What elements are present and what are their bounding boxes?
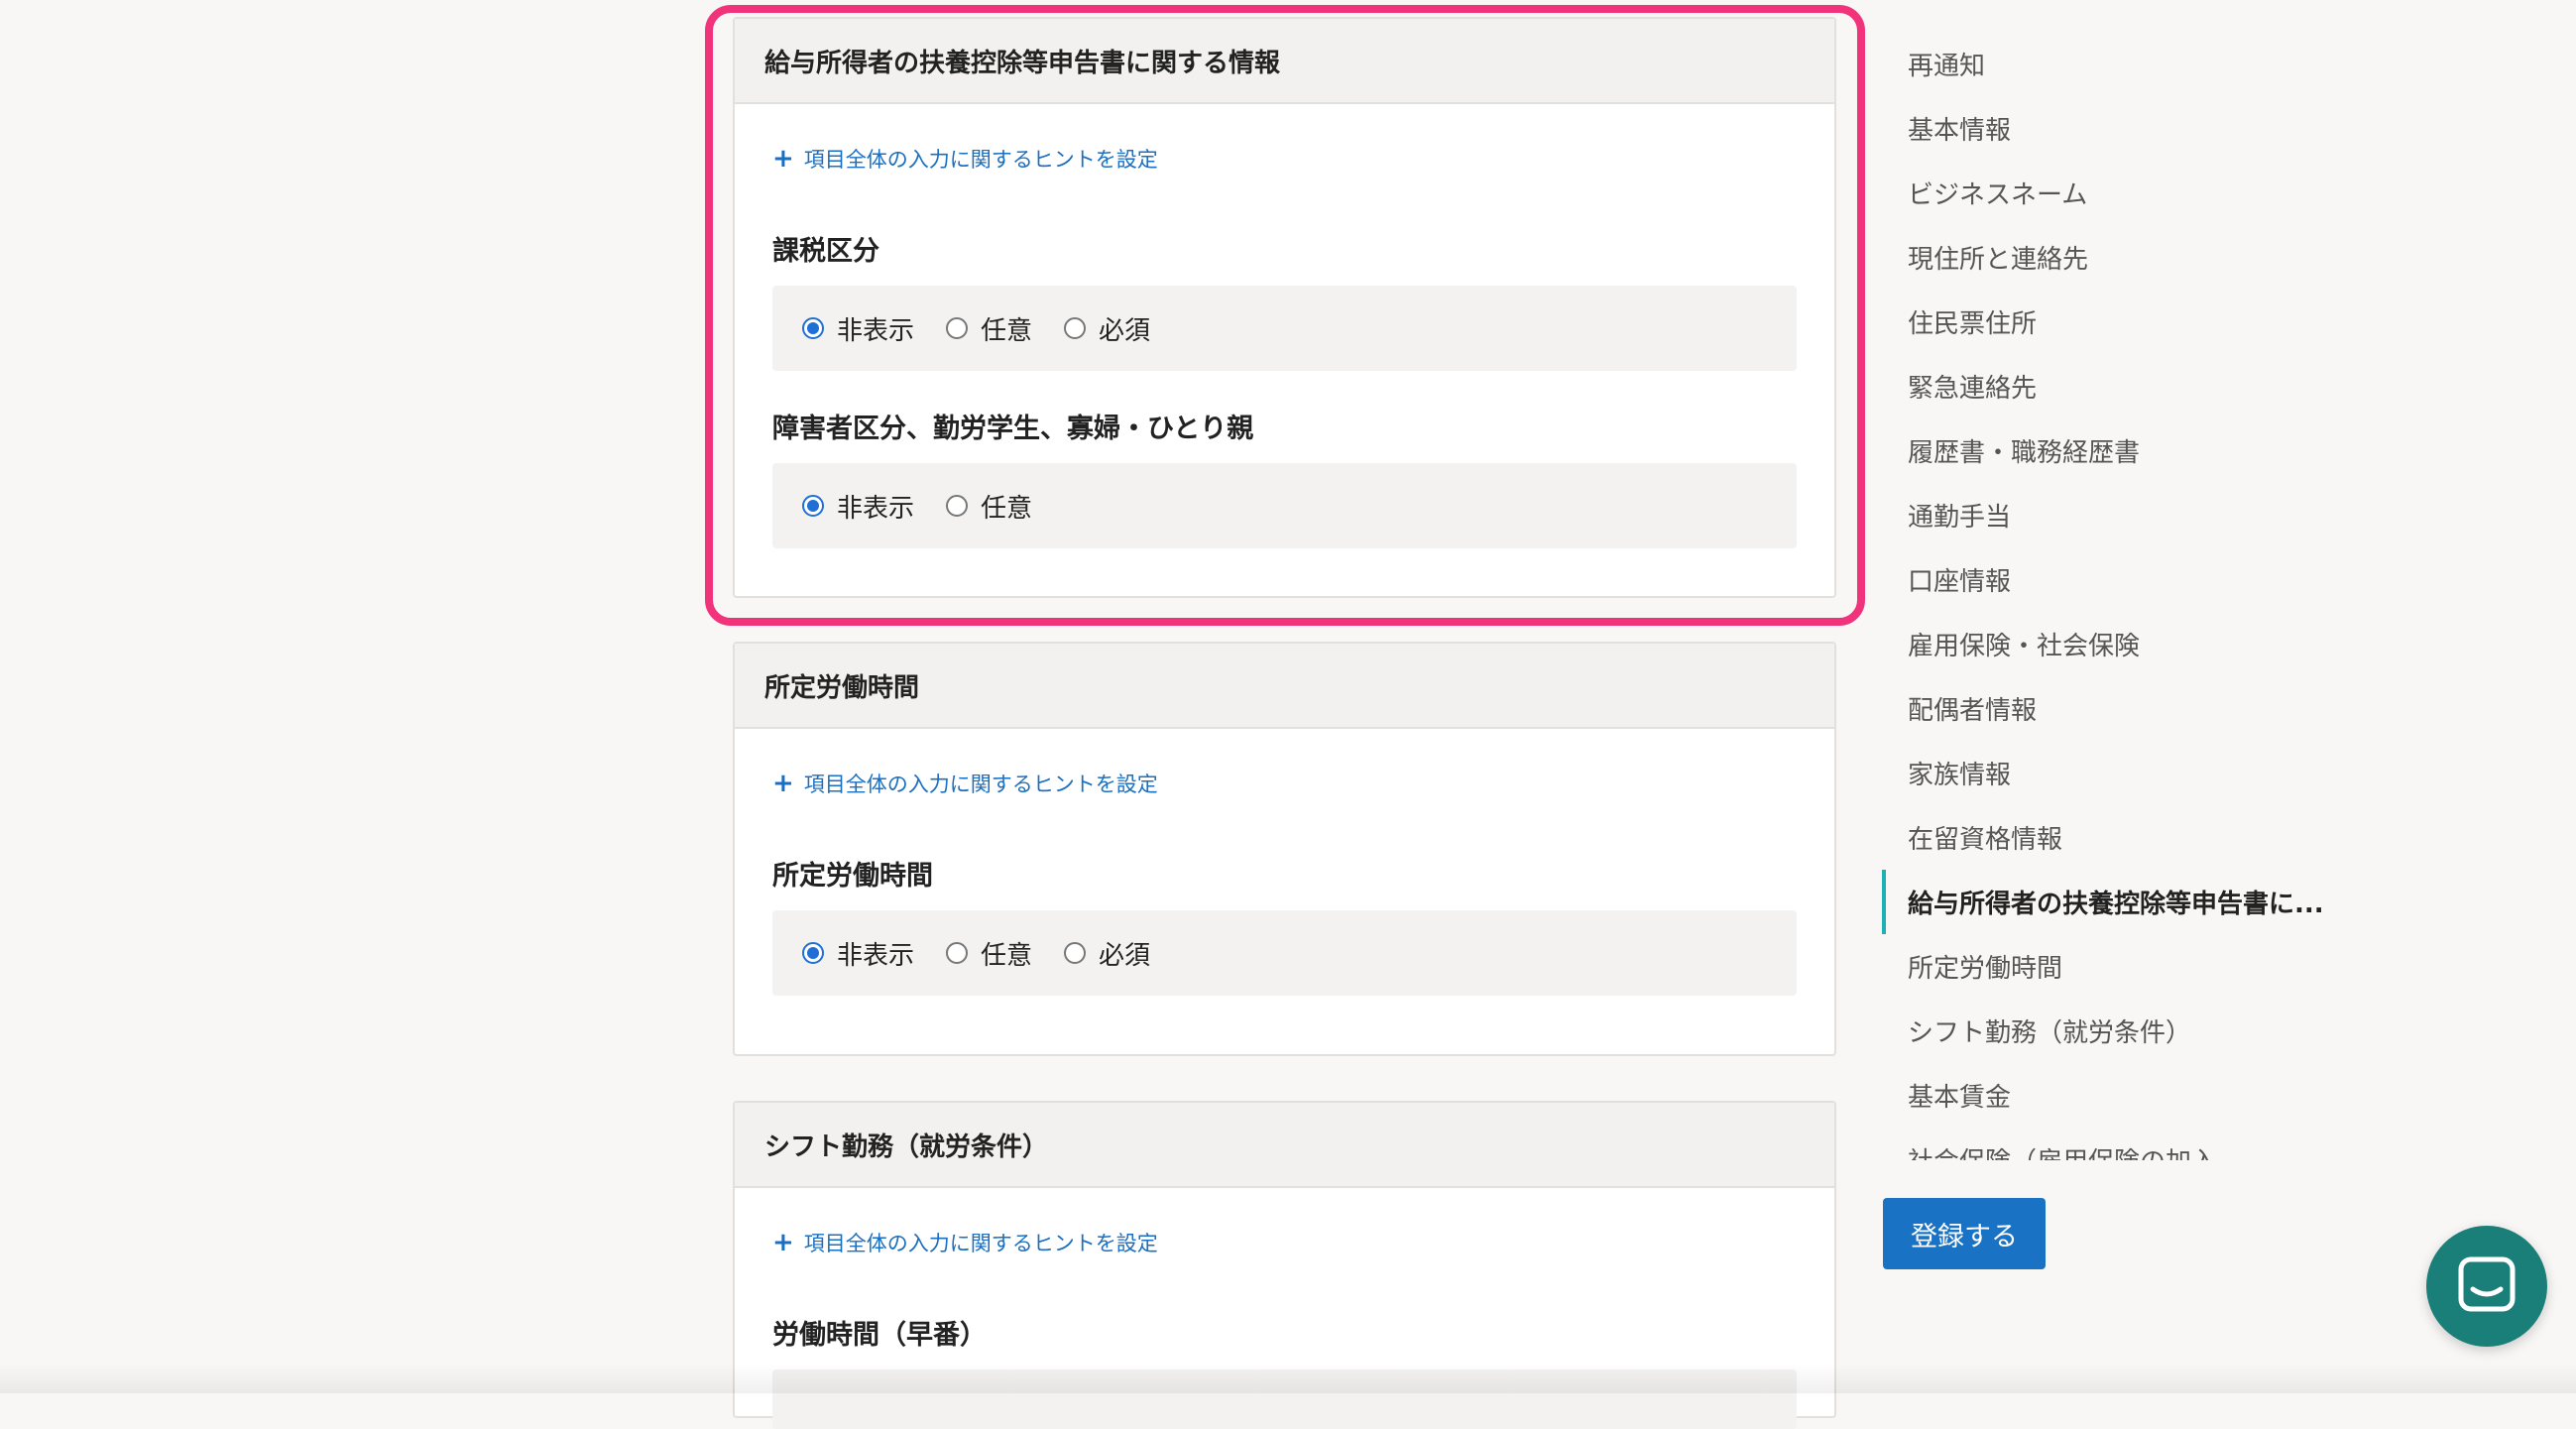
radio-label: 非表示 bbox=[837, 940, 915, 971]
radio-button[interactable] bbox=[1064, 317, 1087, 339]
nav-item-family[interactable]: 家族情報 bbox=[1882, 741, 2358, 805]
section-nav: 再通知 基本情報 ビジネスネーム 現住所と連絡先 住民票住所 緊急連絡先 履歴書… bbox=[1882, 32, 2358, 1160]
radio-group-shift-early bbox=[772, 1369, 1797, 1429]
radio-label: 非表示 bbox=[837, 493, 915, 524]
section-title: 所定労働時間 bbox=[735, 644, 1834, 729]
radio-button[interactable] bbox=[802, 495, 824, 517]
radio-label: 非表示 bbox=[837, 315, 915, 346]
radio-option-optional[interactable]: 任意 bbox=[946, 310, 1032, 347]
nav-item-address-contact[interactable]: 現住所と連絡先 bbox=[1882, 225, 2358, 290]
plus-icon: + bbox=[772, 144, 794, 174]
nav-item-bank-account[interactable]: 口座情報 bbox=[1882, 547, 2358, 612]
nav-item-commute-allowance[interactable]: 通勤手当 bbox=[1882, 483, 2358, 547]
field-label: 所定労働時間 bbox=[772, 861, 933, 892]
nav-item-residence-status[interactable]: 在留資格情報 bbox=[1882, 805, 2358, 870]
radio-button[interactable] bbox=[802, 942, 824, 964]
radio-button[interactable] bbox=[946, 942, 969, 964]
submit-button[interactable]: 登録する bbox=[1883, 1198, 2046, 1269]
radio-button[interactable] bbox=[946, 317, 969, 339]
radio-label: 必須 bbox=[1099, 315, 1151, 346]
nav-item-business-name[interactable]: ビジネスネーム bbox=[1882, 161, 2358, 225]
nav-item-working-hours[interactable]: 所定労働時間 bbox=[1882, 934, 2358, 999]
hint-link[interactable]: + 項目全体の入力に関するヒントを設定 bbox=[772, 769, 1158, 798]
nav-item-resume[interactable]: 履歴書・職務経歴書 bbox=[1882, 418, 2358, 483]
hint-link-label: 項目全体の入力に関するヒントを設定 bbox=[803, 148, 1158, 172]
radio-option-hidden[interactable]: 非表示 bbox=[802, 488, 914, 525]
chat-button[interactable] bbox=[2426, 1226, 2547, 1347]
plus-icon: + bbox=[772, 1228, 794, 1257]
radio-option-required[interactable]: 必須 bbox=[1064, 935, 1150, 972]
radio-label: 必須 bbox=[1099, 940, 1151, 971]
radio-option-optional[interactable]: 任意 bbox=[946, 488, 1032, 525]
field-label: 労働時間（早番） bbox=[772, 1320, 987, 1351]
radio-option-hidden[interactable]: 非表示 bbox=[802, 310, 914, 347]
radio-group-working-hours: 非表示 任意 必須 bbox=[772, 910, 1797, 996]
hint-link-label: 項目全体の入力に関するヒントを設定 bbox=[803, 773, 1158, 796]
nav-item-renotify[interactable]: 再通知 bbox=[1882, 32, 2358, 96]
field-label: 課税区分 bbox=[772, 236, 879, 267]
nav-item-deduction-form[interactable]: 給与所得者の扶養控除等申告書に... bbox=[1882, 870, 2358, 934]
radio-button[interactable] bbox=[1064, 942, 1087, 964]
section-card-deduction: 給与所得者の扶養控除等申告書に関する情報 + 項目全体の入力に関するヒントを設定… bbox=[733, 17, 1836, 598]
radio-option-hidden[interactable]: 非表示 bbox=[802, 935, 914, 972]
section-title: 給与所得者の扶養控除等申告書に関する情報 bbox=[735, 19, 1834, 104]
radio-option-required[interactable]: 必須 bbox=[1064, 310, 1150, 347]
radio-option-optional[interactable]: 任意 bbox=[946, 935, 1032, 972]
hint-link-label: 項目全体の入力に関するヒントを設定 bbox=[803, 1232, 1158, 1255]
radio-label: 任意 bbox=[981, 940, 1033, 971]
hint-link[interactable]: + 項目全体の入力に関するヒントを設定 bbox=[772, 1228, 1158, 1257]
nav-item-insurance[interactable]: 雇用保険・社会保険 bbox=[1882, 612, 2358, 676]
field-label: 障害者区分、勤労学生、寡婦・ひとり親 bbox=[772, 414, 1254, 444]
radio-label: 任意 bbox=[981, 493, 1033, 524]
nav-item-spouse[interactable]: 配偶者情報 bbox=[1882, 676, 2358, 741]
radio-label: 任意 bbox=[981, 315, 1033, 346]
nav-item-shift[interactable]: シフト勤務（就労条件） bbox=[1882, 999, 2358, 1063]
radio-button[interactable] bbox=[802, 317, 824, 339]
nav-item-base-wage[interactable]: 基本賃金 bbox=[1882, 1063, 2358, 1128]
section-card-shift: シフト勤務（就労条件） + 項目全体の入力に関するヒントを設定 労働時間（早番） bbox=[733, 1101, 1836, 1429]
radio-button[interactable] bbox=[946, 495, 969, 517]
hint-link[interactable]: + 項目全体の入力に関するヒントを設定 bbox=[772, 144, 1158, 174]
radio-group-disability: 非表示 任意 bbox=[772, 463, 1797, 548]
section-card-working-hours: 所定労働時間 + 項目全体の入力に関するヒントを設定 所定労働時間 非表示 任意… bbox=[733, 642, 1836, 1056]
nav-item-basic-info[interactable]: 基本情報 bbox=[1882, 96, 2358, 161]
nav-item-social-insurance[interactable]: 社会保険（雇用保険の加入... bbox=[1882, 1128, 2358, 1160]
radio-group-tax-category: 非表示 任意 必須 bbox=[772, 286, 1797, 371]
nav-item-emergency-contact[interactable]: 緊急連絡先 bbox=[1882, 354, 2358, 418]
chat-icon bbox=[2458, 1256, 2516, 1312]
section-title: シフト勤務（就労条件） bbox=[735, 1103, 1834, 1188]
nav-item-resident-address[interactable]: 住民票住所 bbox=[1882, 290, 2358, 354]
plus-icon: + bbox=[772, 769, 794, 798]
